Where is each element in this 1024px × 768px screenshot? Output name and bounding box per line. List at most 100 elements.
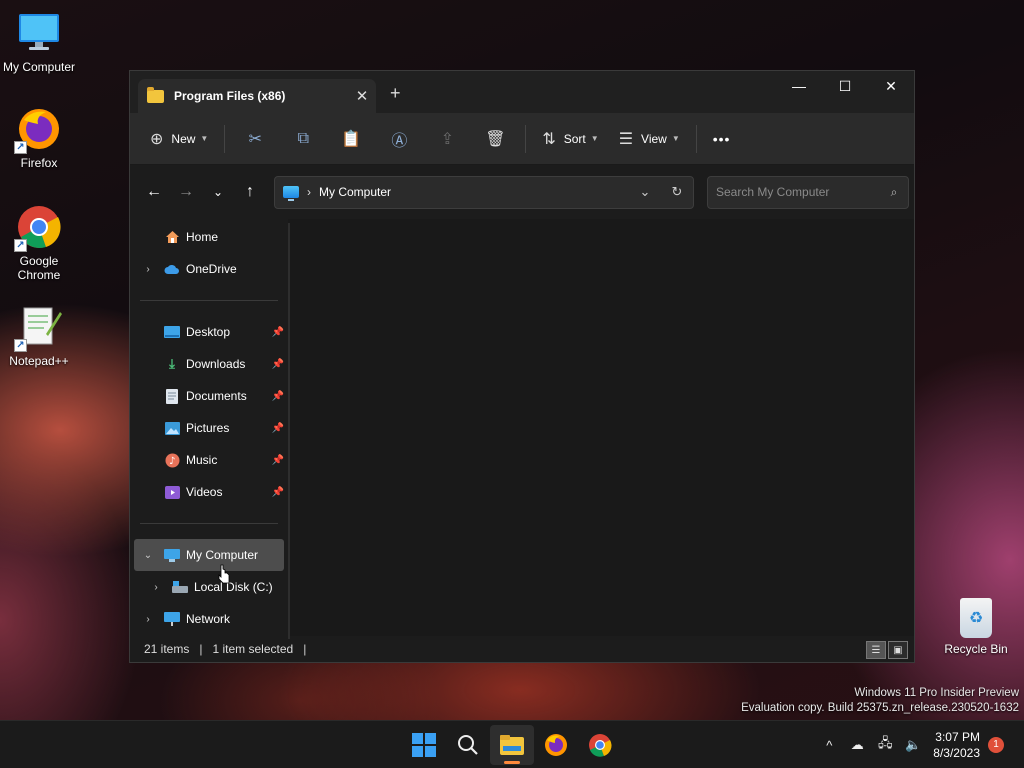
desktop-icon-firefox[interactable]: ↗ Firefox [1, 106, 77, 170]
tiles-view-icon: ▣ [893, 644, 903, 656]
document-icon [164, 388, 180, 404]
details-view-icon: ☰ [871, 644, 881, 656]
sidebar-item-network[interactable]: › Network [130, 603, 288, 635]
share-button[interactable]: ⇪ [423, 122, 471, 156]
minimize-button[interactable]: — [776, 71, 822, 101]
chevron-down-icon: ▼ [200, 134, 209, 143]
sidebar-item-label: Downloads [186, 357, 246, 371]
sort-label: Sort [563, 131, 586, 146]
see-more-button[interactable]: ••• [703, 122, 741, 156]
sidebar-item-downloads[interactable]: ⤓ Downloads 📌 [130, 348, 288, 380]
close-window-button[interactable]: ✕ [868, 71, 914, 101]
cloud-icon [164, 261, 180, 277]
desktop-icon-chrome[interactable]: ↗ Google Chrome [1, 204, 77, 282]
download-icon: ⤓ [169, 356, 175, 371]
onedrive-tray-button[interactable]: ☁ [843, 737, 871, 753]
desktop-icon-recycle-bin[interactable]: ♻ Recycle Bin [942, 598, 1010, 656]
chevron-up-icon: ^ [826, 737, 833, 753]
cloud-offline-icon: ☁ [850, 737, 864, 752]
copy-icon: ⧉ [297, 129, 310, 147]
back-button[interactable]: ← [138, 177, 170, 207]
chrome-icon [589, 734, 612, 757]
file-list-area[interactable] [288, 219, 914, 636]
new-tab-button[interactable]: + [390, 83, 401, 104]
chevron-right-icon[interactable]: › [140, 264, 156, 275]
clock[interactable]: 3:07 PM 8/3/2023 [933, 729, 980, 761]
sidebar-item-label: Documents [186, 389, 247, 403]
taskbar-chrome[interactable] [578, 725, 622, 765]
breadcrumb[interactable]: My Computer [319, 185, 629, 199]
sidebar-item-label: Home [186, 230, 219, 244]
close-tab-button[interactable]: ✕ [348, 87, 376, 105]
shortcut-arrow-icon: ↗ [14, 141, 27, 154]
sidebar-item-my-computer[interactable]: ⌄ My Computer [134, 539, 284, 571]
music-icon: ♪ [164, 452, 180, 468]
arrow-right-icon: → [178, 183, 194, 200]
search-taskbar-button[interactable] [446, 725, 490, 765]
copy-button[interactable]: ⧉ [279, 122, 327, 156]
pin-icon: 📌 [271, 454, 285, 466]
paste-button[interactable]: 📋 [327, 122, 375, 156]
cut-button[interactable]: ✂ [231, 122, 279, 156]
chevron-right-icon[interactable]: › [140, 614, 156, 625]
sidebar-item-onedrive[interactable]: › OneDrive [130, 253, 288, 285]
view-button[interactable]: ☰ View ▼ [609, 122, 690, 156]
tab-program-files[interactable]: Program Files (x86) ✕ [138, 79, 376, 113]
details-view-button[interactable]: ☰ [866, 641, 886, 659]
refresh-button[interactable]: ↻ [661, 184, 693, 200]
folder-icon [147, 86, 164, 103]
address-dropdown-button[interactable]: ⌄ [629, 184, 661, 200]
sidebar-item-local-disk[interactable]: › Local Disk (C:) [130, 571, 288, 603]
desktop-folder-icon [164, 324, 180, 340]
chevron-down-icon: ▼ [590, 134, 599, 143]
sidebar-item-videos[interactable]: Videos 📌 [130, 476, 288, 508]
pin-icon: 📌 [271, 422, 285, 434]
toolbar-divider [224, 124, 226, 153]
sidebar-item-label: Local Disk (C:) [194, 580, 273, 594]
speaker-icon: 🔈 [905, 737, 922, 752]
sidebar-item-label: Network [186, 612, 231, 626]
desktop-icon-label: Firefox [20, 156, 58, 170]
show-hidden-icons-button[interactable]: ^ [815, 738, 843, 753]
start-button[interactable] [402, 725, 446, 765]
new-label: New [171, 131, 196, 146]
network-tray-button[interactable]: 🖧 [871, 734, 899, 756]
shortcut-arrow-icon: ↗ [14, 339, 27, 352]
sidebar-divider [140, 523, 278, 524]
home-icon [164, 229, 180, 245]
sidebar-item-label: My Computer [186, 548, 259, 562]
windows-logo-icon [412, 733, 436, 757]
up-button[interactable]: ↑ [234, 177, 266, 207]
chevron-right-icon[interactable]: › [148, 582, 164, 593]
desktop-icon-my-computer[interactable]: My Computer [1, 10, 77, 74]
sidebar-item-label: Videos [186, 485, 223, 499]
chevron-down-icon[interactable]: ⌄ [140, 550, 156, 561]
maximize-button[interactable]: ☐ [822, 71, 868, 101]
tiles-view-button[interactable]: ▣ [888, 641, 908, 659]
desktop-icon-notepadpp[interactable]: ↗ Notepad++ [1, 304, 77, 368]
search-input[interactable] [716, 185, 880, 199]
notification-badge[interactable]: 1 [988, 737, 1004, 753]
forward-button[interactable]: → [170, 177, 202, 207]
recycle-bin-icon: ♻ [960, 598, 992, 638]
sidebar-item-documents[interactable]: Documents 📌 [130, 380, 288, 412]
address-bar[interactable]: › My Computer ⌄ ↻ [274, 175, 694, 209]
sort-arrows-icon: ⇅ [542, 130, 556, 148]
sidebar-item-music[interactable]: ♪ Music 📌 [130, 444, 288, 476]
sidebar-item-home[interactable]: Home [130, 221, 288, 253]
sort-button[interactable]: ⇅ Sort ▼ [532, 122, 608, 156]
volume-button[interactable]: 🔈 [899, 737, 927, 753]
status-divider: | [199, 642, 203, 656]
rename-button[interactable]: Ⓐ [375, 122, 423, 156]
sidebar-item-desktop[interactable]: Desktop 📌 [130, 316, 288, 348]
delete-button[interactable]: 🗑 [471, 122, 519, 156]
search-box[interactable]: ⌕ [707, 175, 909, 209]
taskbar-firefox[interactable] [534, 725, 578, 765]
mouse-cursor-icon [218, 564, 230, 584]
recent-locations-button[interactable]: ⌄ [202, 177, 234, 207]
sidebar-item-pictures[interactable]: Pictures 📌 [130, 412, 288, 444]
taskbar-file-explorer[interactable] [490, 725, 534, 765]
new-button[interactable]: ⊕ New ▼ [140, 122, 218, 156]
pin-icon: 📌 [271, 358, 285, 370]
notepadpp-icon: ↗ [14, 304, 62, 352]
